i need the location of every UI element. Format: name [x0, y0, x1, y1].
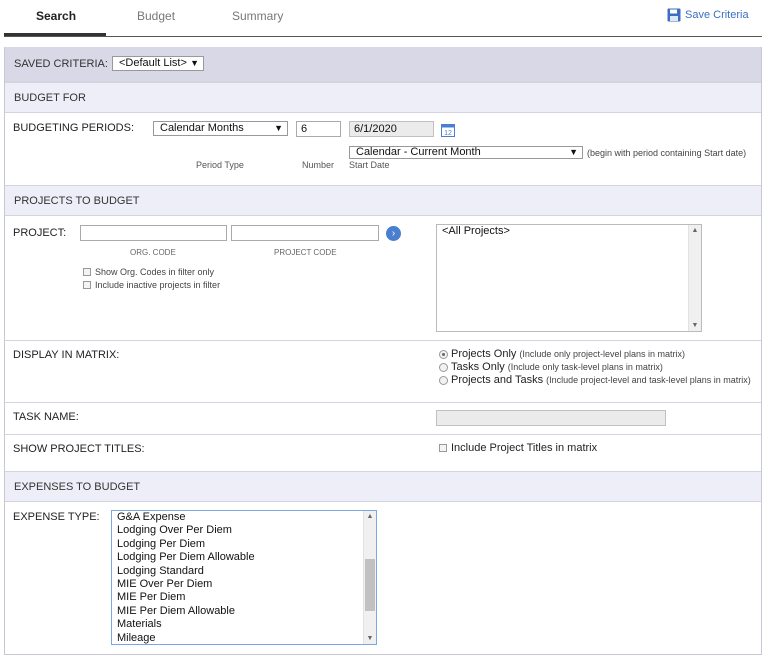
project-code-input[interactable] [231, 225, 379, 241]
list-item[interactable]: Lodging Per Diem Allowable [112, 551, 376, 564]
org-code-caption: ORG. CODE [130, 248, 176, 257]
include-titles-checkbox[interactable]: Include Project Titles in matrix [439, 442, 597, 454]
radio-label: Projects Only [451, 348, 517, 360]
show-org-codes-label: Show Org. Codes in filter only [95, 267, 215, 277]
chevron-down-icon: ▼ [274, 123, 283, 133]
expense-list-scrollbar[interactable]: ▲ ▼ [363, 511, 376, 644]
budgeting-periods-label: BUDGETING PERIODS: [13, 122, 135, 134]
start-date-hint: (begin with period containing Start date… [587, 148, 747, 158]
show-titles-label: SHOW PROJECT TITLES: [13, 443, 145, 455]
list-item[interactable]: MIE Per Diem [112, 591, 376, 604]
scroll-thumb[interactable] [365, 559, 375, 611]
include-inactive-checkbox[interactable]: Include inactive projects in filter [83, 280, 220, 290]
expenses-header: EXPENSES TO BUDGET [5, 471, 761, 502]
scroll-up-icon[interactable]: ▲ [364, 513, 376, 520]
project-label: PROJECT: [13, 227, 67, 239]
calendar-icon[interactable]: 12 [441, 123, 455, 137]
chevron-down-icon: ▼ [569, 147, 578, 157]
list-item[interactable]: Lodging Over Per Diem [112, 524, 376, 537]
save-criteria-button[interactable]: Save Criteria [667, 8, 749, 22]
radio-tasks-only[interactable]: Tasks Only (Include only task-level plan… [439, 361, 663, 373]
saved-criteria-label: SAVED CRITERIA: [14, 58, 108, 70]
radio-note: (Include only project-level plans in mat… [519, 349, 685, 359]
number-input[interactable]: 6 [296, 121, 341, 137]
arrow-right-circle-icon[interactable]: › [386, 226, 401, 241]
org-code-input[interactable] [80, 225, 227, 241]
period-type-value: Calendar Months [160, 122, 244, 134]
projects-header: PROJECTS TO BUDGET [5, 185, 761, 216]
projects-title: PROJECTS TO BUDGET [14, 194, 140, 207]
tab-search[interactable]: Search [36, 9, 76, 23]
radio-label: Tasks Only [451, 361, 505, 373]
list-item[interactable]: Materials [112, 618, 376, 631]
tab-summary[interactable]: Summary [232, 9, 283, 23]
checkbox-box[interactable] [83, 281, 91, 289]
start-date-mode-value: Calendar - Current Month [356, 146, 481, 158]
task-name-label: TASK NAME: [13, 411, 79, 423]
tab-budget[interactable]: Budget [137, 9, 175, 23]
divider [5, 340, 761, 341]
period-type-caption: Period Type [196, 160, 244, 170]
display-matrix-label: DISPLAY IN MATRIX: [13, 349, 120, 361]
save-criteria-label: Save Criteria [685, 9, 749, 21]
scroll-down-icon[interactable]: ▼ [689, 322, 701, 329]
expense-type-label: EXPENSE TYPE: [13, 511, 100, 523]
radio-projects-and-tasks[interactable]: Projects and Tasks (Include project-leve… [439, 374, 751, 386]
expense-type-list[interactable]: G&A Expense Lodging Over Per Diem Lodgin… [111, 510, 377, 645]
tab-bar: Search Budget Summary Save Criteria [4, 0, 762, 37]
scroll-down-icon[interactable]: ▼ [364, 635, 376, 642]
expenses-title: EXPENSES TO BUDGET [14, 480, 141, 493]
radio-label: Projects and Tasks [451, 374, 544, 386]
task-name-input[interactable] [436, 410, 666, 426]
period-type-select[interactable]: Calendar Months ▼ [153, 121, 288, 136]
radio-note: (Include project-level and task-level pl… [546, 375, 751, 385]
start-date-input[interactable]: 6/1/2020 [349, 121, 434, 137]
budget-for-title: BUDGET FOR [14, 91, 86, 104]
radio-note: (Include only task-level plans in matrix… [507, 362, 663, 372]
floppy-disk-icon [667, 8, 681, 22]
number-caption: Number [302, 160, 335, 170]
list-item[interactable]: Lodging Per Diem [112, 538, 376, 551]
divider [5, 434, 761, 435]
scroll-up-icon[interactable]: ▲ [689, 227, 701, 234]
include-inactive-label: Include inactive projects in filter [95, 280, 221, 290]
radio-button[interactable] [439, 375, 448, 385]
radio-button[interactable] [439, 349, 448, 359]
project-list[interactable]: <All Projects> ▲ ▼ [436, 224, 702, 332]
start-date-caption: Start Date [349, 160, 390, 170]
chevron-down-icon: ▼ [190, 58, 199, 68]
radio-projects-only[interactable]: Projects Only (Include only project-leve… [439, 348, 685, 360]
start-date-mode-select[interactable]: Calendar - Current Month ▼ [349, 146, 583, 159]
list-item[interactable]: Mileage [112, 632, 376, 645]
include-titles-label: Include Project Titles in matrix [451, 442, 598, 454]
saved-criteria-value: <Default List> [119, 57, 187, 69]
list-item[interactable]: MIE Per Diem Allowable [112, 605, 376, 618]
list-item[interactable]: <All Projects> [437, 225, 701, 238]
saved-criteria-select[interactable]: <Default List> ▼ [112, 56, 204, 71]
radio-button[interactable] [439, 362, 448, 372]
list-item[interactable]: G&A Expense [112, 511, 376, 524]
project-code-caption: PROJECT CODE [274, 248, 337, 257]
search-form: SAVED CRITERIA: <Default List> ▼ BUDGET … [4, 47, 762, 655]
show-org-codes-checkbox[interactable]: Show Org. Codes in filter only [83, 267, 214, 277]
checkbox-box[interactable] [439, 444, 447, 452]
checkbox-box[interactable] [83, 268, 91, 276]
svg-text:12: 12 [444, 130, 452, 137]
project-list-scrollbar[interactable]: ▲ ▼ [688, 225, 701, 331]
budget-for-header: BUDGET FOR [5, 82, 761, 113]
list-item[interactable]: MIE Over Per Diem [112, 578, 376, 591]
active-tab-indicator [4, 33, 106, 36]
list-item[interactable]: Lodging Standard [112, 565, 376, 578]
divider [5, 402, 761, 403]
